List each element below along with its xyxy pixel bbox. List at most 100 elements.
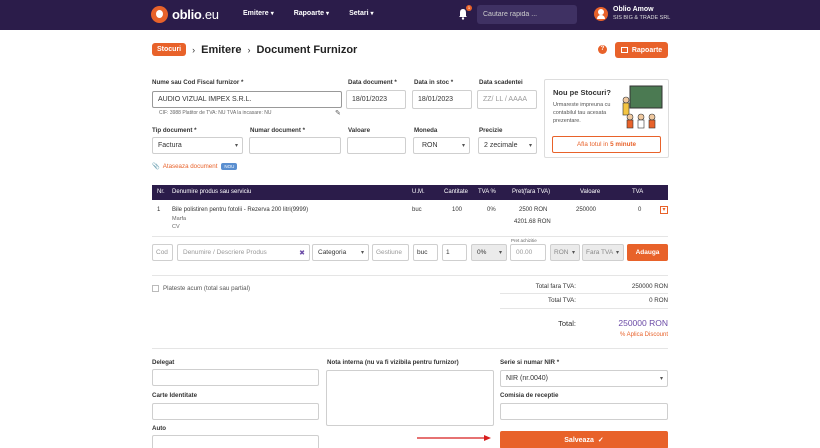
apply-discount-link[interactable]: % Aplica Discount [568,332,668,338]
help-icon[interactable]: ? [598,45,607,54]
logo[interactable]: oblio.eu [151,6,219,23]
new-badge: NOU [221,162,238,170]
series-label: Serie si numar NIR * [500,359,560,366]
divider [152,275,668,276]
total-label: Total: [558,319,576,328]
chevron-down-icon: ▾ [326,11,330,17]
precision-select[interactable]: 2 zecimale ▾ [478,137,537,154]
add-qty-input[interactable]: 1 [442,244,467,261]
breadcrumb-stocuri[interactable]: Stocuri [152,43,187,56]
delegate-input[interactable] [152,369,319,386]
report-icon [620,47,628,53]
promo-description: Urmareste impreuna cu contabilul tau ace… [553,102,611,124]
chevron-down-icon: ▾ [528,143,532,149]
attach-document-link[interactable]: 📎 Ataseaza document NOU [152,162,238,170]
notifications-bell-icon[interactable]: 1 [458,5,472,20]
total-no-vat-value: 250000 RON [631,283,668,290]
divider [152,348,668,349]
value-label: Valoare [348,127,371,134]
row-tva: 0 [638,207,642,213]
add-gestiune-input[interactable]: Gestiune [372,244,409,261]
add-um-input[interactable]: buc [413,244,438,261]
add-tva-select[interactable]: 0% ▾ [471,244,507,261]
chevron-down-icon: ▾ [615,250,619,256]
doc-number-input[interactable] [249,137,341,154]
row-qty: 100 [452,207,463,213]
internal-note-textarea[interactable] [326,370,494,426]
pay-now-checkbox[interactable]: Plateste acum (total sau partial) [152,285,250,292]
logo-icon [151,6,168,23]
table-row[interactable]: 1 Bile polistiren pentru fotolii - Rezer… [152,203,668,233]
supplier-input[interactable]: AUDIO VIZUAL IMPEX S.R.L. [152,91,342,108]
supplier-label: Nume sau Cod Fiscal furnizor * [152,79,244,86]
divider [500,293,668,294]
total-vat-value: 0 RON [649,297,668,304]
quick-search-input[interactable] [477,5,577,24]
chevron-down-icon: ▾ [461,143,465,149]
paperclip-icon: 📎 [152,163,160,170]
row-value: 250000 [576,207,597,213]
doc-date-label: Data document * [348,79,397,86]
presentation-illustration-icon [622,85,663,129]
due-date-label: Data scadentei [479,79,523,86]
menu-setari[interactable]: Setari ▾ [349,10,373,17]
doc-date-input[interactable]: 18/01/2023 [346,90,406,109]
due-date-input[interactable]: ZZ/ LL / AAAA [477,90,537,109]
col-tva: TVA [632,189,644,195]
total-value: 250000 RON [618,318,668,328]
clear-icon[interactable]: ✖ [299,249,305,257]
series-select[interactable]: NIR (nr.0040) ▾ [500,370,668,387]
col-value: Valoare [580,189,601,195]
internal-note-label: Nota interna (nu va fi vizibila pentru f… [327,359,459,366]
chevron-down-icon: ▾ [360,250,364,256]
top-navbar: oblio.eu Emitere▾ Rapoarte▾ Setari▾ 1 Ob… [0,0,820,30]
checkbox-box [152,285,159,292]
col-price: Pret(fara TVA) [512,189,551,195]
add-price-label: Pret achizitie [511,238,537,243]
add-category-select[interactable]: Categoria ▾ [312,244,369,261]
add-vat-mode-select[interactable]: Fara TVA ▾ [582,244,624,261]
breadcrumb: Stocuri › Emitere › Document Furnizor [152,43,357,56]
currency-select[interactable]: RON ▾ [413,137,470,154]
value-input[interactable] [347,137,406,154]
auto-input[interactable] [152,435,319,448]
add-cod-input[interactable]: Cod [152,244,173,261]
row-code: CV [172,224,180,230]
divider [152,236,668,237]
doc-number-label: Numar document * [250,127,306,134]
stock-date-input[interactable]: 18/01/2023 [412,90,472,109]
add-price-input[interactable]: 00.00 [510,244,546,261]
id-card-input[interactable] [152,403,319,420]
check-icon: ✓ [597,437,604,444]
doc-type-label: Tip document * [152,127,197,134]
commission-label: Comisia de receptie [500,392,559,399]
promo-title: Nou pe Stocuri? [553,88,611,97]
row-name: Bile polistiren pentru fotolii - Rezerva… [172,207,309,213]
chevron-right-icon: › [247,44,251,55]
precision-label: Precizie [479,127,503,134]
promo-learn-button[interactable]: Afla totul in 5 minute [552,136,661,153]
col-nr: Nr. [157,189,165,195]
menu-emitere[interactable]: Emitere ▾ [243,10,274,17]
add-product-button[interactable]: Adauga [627,244,668,261]
row-menu-chevron-icon[interactable]: ▾ [660,206,668,214]
add-currency-select[interactable]: RON ▾ [550,244,580,261]
chevron-right-icon: › [192,44,196,55]
notification-count: 1 [466,5,472,11]
doc-type-select[interactable]: Factura ▾ [152,137,243,154]
breadcrumb-emitere[interactable]: Emitere [201,44,241,56]
col-name: Denumire produs sau serviciu [172,189,252,195]
chevron-down-icon: ▾ [270,11,274,17]
id-card-label: Carte Identitate [152,392,198,399]
save-button[interactable]: Salveaza ✓ [500,431,668,448]
logo-tld: .eu [201,7,219,22]
commission-input[interactable] [500,403,668,420]
main-menu: Emitere ▾ Rapoarte ▾ Setari ▾ [243,10,394,17]
chevron-down-icon: ▾ [234,143,238,149]
user-menu[interactable]: Oblio Amow SIS BIG & TRADE SRL [594,6,670,22]
edit-pencil-icon[interactable]: ✎ [335,109,341,117]
reports-button[interactable]: Rapoarte [615,42,668,58]
stock-date-label: Data in stoc * [414,79,454,86]
add-name-input[interactable]: Denumire / Descriere Produs ✖ [177,244,310,261]
menu-rapoarte[interactable]: Rapoarte ▾ [294,10,329,17]
